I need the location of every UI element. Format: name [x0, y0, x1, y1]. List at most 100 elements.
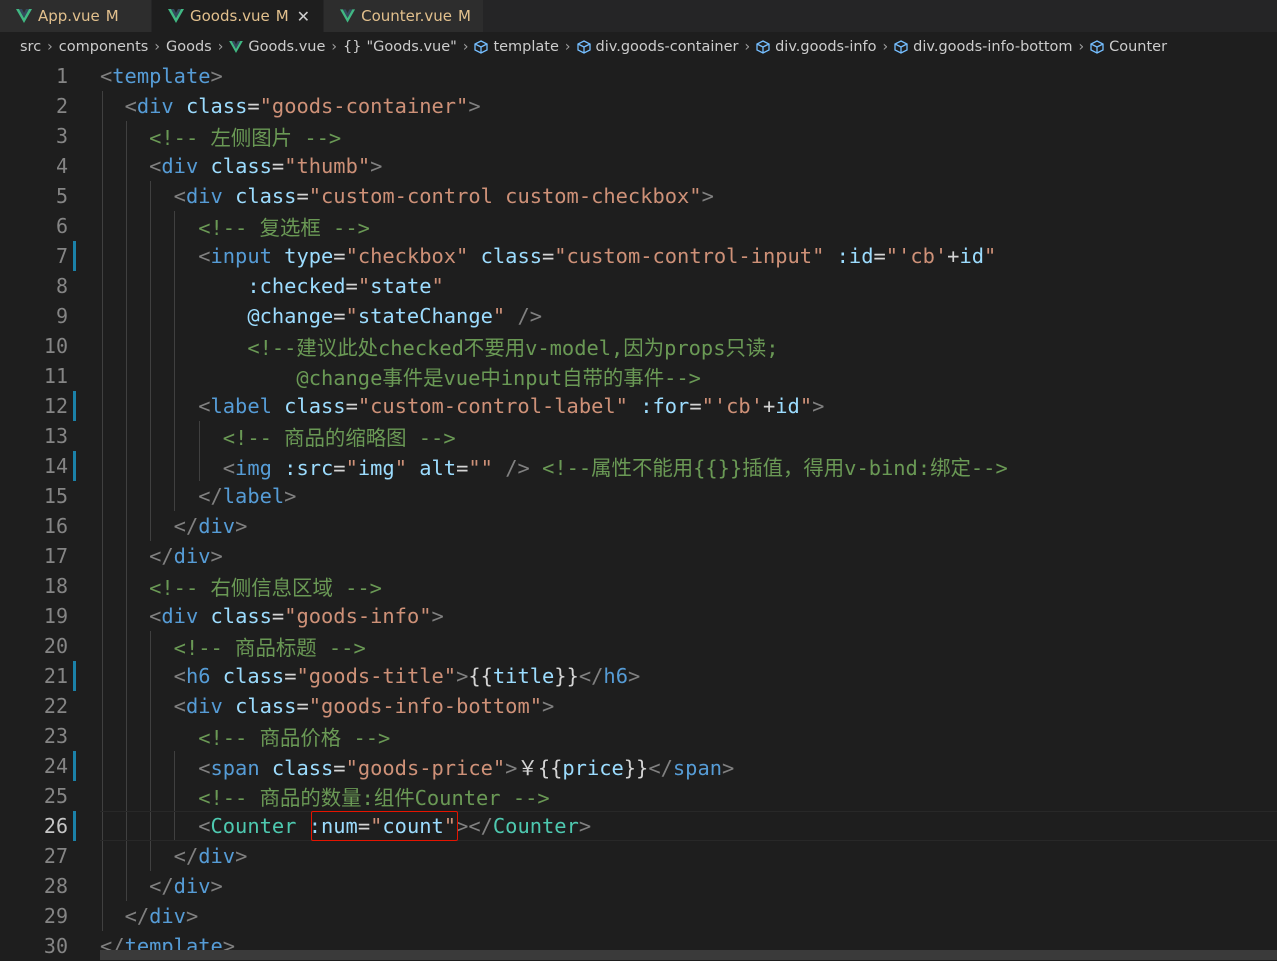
code-line[interactable]: 12 <label class="custom-control-label" :…	[0, 391, 1277, 421]
code-text: <div class="thumb">	[100, 154, 382, 178]
code-line[interactable]: 11 @change事件是vue中input自带的事件-->	[0, 361, 1277, 391]
code-line[interactable]: 7 <input type="checkbox" class="custom-c…	[0, 241, 1277, 271]
code-token: <!--属性不能用{{}}插值，得用v-bind:绑定-->	[542, 456, 1008, 480]
breadcrumb-item-counter[interactable]: Counter	[1090, 39, 1167, 55]
cube-icon	[576, 40, 591, 54]
code-line[interactable]: 2 <div class="goods-container">	[0, 91, 1277, 121]
close-icon[interactable]: ✕	[297, 7, 310, 26]
code-token: </	[149, 544, 174, 568]
breadcrumb-item-goods-info-bottom[interactable]: div.goods-info-bottom	[894, 39, 1073, 55]
code-text: </div>	[100, 544, 223, 568]
code-line[interactable]: 16 </div>	[0, 511, 1277, 541]
code-line[interactable]: 25 <!-- 商品的数量:组件Counter -->	[0, 781, 1277, 811]
git-modified-marker	[73, 811, 76, 841]
tab-goods-vue[interactable]: Goods.vue M ✕	[152, 0, 324, 32]
chevron-right-icon: ›	[462, 39, 469, 55]
line-number: 30	[43, 934, 68, 958]
code-token: img	[235, 456, 272, 480]
code-line[interactable]: 6 <!-- 复选框 -->	[0, 211, 1277, 241]
code-token: =	[333, 244, 346, 268]
code-line[interactable]: 22 <div class="goods-info-bottom">	[0, 691, 1277, 721]
code-token: >	[431, 604, 444, 628]
code-line[interactable]: 17 </div>	[0, 541, 1277, 571]
code-token: <	[222, 456, 236, 480]
code-token: "goods-info-bottom"	[308, 694, 542, 718]
breadcrumb-item-goods-container[interactable]: div.goods-container	[576, 39, 738, 55]
code-token: ""	[468, 456, 493, 480]
code-token: h6	[185, 664, 211, 688]
code-line[interactable]: 1 <template>	[0, 61, 1277, 91]
code-line[interactable]: 20 <!-- 商品标题 -->	[0, 631, 1277, 661]
code-token: </	[149, 874, 174, 898]
code-line[interactable]: 3 <!-- 左侧图片 -->	[0, 121, 1277, 151]
breadcrumb-item-src[interactable]: src	[20, 39, 41, 55]
code-token: class	[210, 604, 272, 628]
code-token: img	[357, 456, 395, 480]
code-line[interactable]: 18 <!-- 右侧信息区域 -->	[0, 571, 1277, 601]
chevron-right-icon: ›	[47, 39, 53, 55]
code-token: =	[247, 94, 260, 118]
code-token: :checked	[247, 274, 346, 298]
code-token: >	[505, 756, 518, 780]
code-line[interactable]: 27 </div>	[0, 841, 1277, 871]
code-token: label	[222, 484, 285, 508]
code-token: 'cb'	[713, 394, 763, 418]
tab-app-vue[interactable]: App.vue M	[0, 0, 152, 32]
code-token: <	[198, 394, 211, 418]
code-line[interactable]: 26 <Counter :num="count"></Counter>	[0, 811, 1277, 841]
code-token: }}	[623, 756, 649, 780]
code-token: class	[235, 694, 297, 718]
code-line[interactable]: 4 <div class="thumb">	[0, 151, 1277, 181]
code-token: </	[173, 844, 199, 868]
code-line[interactable]: 10 <!--建议此处checked不要用v-model,因为props只读;	[0, 331, 1277, 361]
breadcrumb-item-module[interactable]: {} "Goods.vue"	[343, 39, 457, 55]
code-token: "goods-price"	[345, 756, 506, 780]
code-line[interactable]: 23 <!-- 商品价格 -->	[0, 721, 1277, 751]
horizontal-scrollbar[interactable]	[100, 950, 1277, 960]
breadcrumb-item-template[interactable]: template	[474, 39, 559, 55]
code-token: >	[627, 664, 641, 688]
code-token: "custom-control custom-checkbox"	[308, 184, 702, 208]
code-token: price	[562, 756, 624, 780]
code-line[interactable]: 14 <img :src="img" alt="" /> <!--属性不能用{{…	[0, 451, 1277, 481]
code-line[interactable]: 29 </div>	[0, 901, 1277, 931]
code-line[interactable]: 24 <span class="goods-price">￥{{price}}<…	[0, 751, 1277, 781]
code-editor[interactable]: 1 <template> 2 <div class="goods-container…	[0, 61, 1277, 960]
code-line[interactable]: 13 <!-- 商品的缩略图 -->	[0, 421, 1277, 451]
code-text: <span class="goods-price">￥{{price}}</sp…	[100, 751, 734, 781]
code-token: >	[468, 94, 481, 118]
chevron-right-icon: ›	[882, 39, 889, 55]
code-text: <!-- 右侧信息区域 -->	[100, 571, 382, 601]
code-line[interactable]: 9 @change="stateChange" />	[0, 301, 1277, 331]
vue-file-icon	[229, 41, 244, 53]
breadcrumb-item-goods-info[interactable]: div.goods-info	[756, 39, 877, 55]
code-text: <img :src="img" alt="" /> <!--属性不能用{{}}插…	[100, 451, 1008, 481]
tab-label: Counter.vue	[361, 7, 453, 25]
line-number: 4	[55, 154, 68, 178]
cube-icon	[474, 40, 489, 54]
breadcrumb-item-goods-file[interactable]: Goods.vue	[229, 39, 325, 55]
code-line[interactable]: 28 </div>	[0, 871, 1277, 901]
code-line[interactable]: 15 </label>	[0, 481, 1277, 511]
code-line[interactable]: 21 <h6 class="goods-title">{{title}}</h6…	[0, 661, 1277, 691]
code-token: "	[394, 456, 407, 480]
code-line[interactable]: 19 <div class="goods-info">	[0, 601, 1277, 631]
line-number: 15	[43, 484, 68, 508]
code-token: div	[173, 544, 211, 568]
code-token: =	[689, 394, 702, 418]
breadcrumb-item-goods-folder[interactable]: Goods	[166, 39, 212, 55]
code-token: div	[136, 94, 174, 118]
tab-counter-vue[interactable]: Counter.vue M	[324, 0, 484, 32]
code-line[interactable]: 8 :checked="state"	[0, 271, 1277, 301]
line-number: 12	[43, 394, 68, 418]
breadcrumb-item-components[interactable]: components	[59, 39, 149, 55]
code-token: <!-- 复选框 -->	[198, 216, 370, 240]
chevron-right-icon: ›	[744, 39, 751, 55]
code-line[interactable]: 5 <div class="custom-control custom-chec…	[0, 181, 1277, 211]
